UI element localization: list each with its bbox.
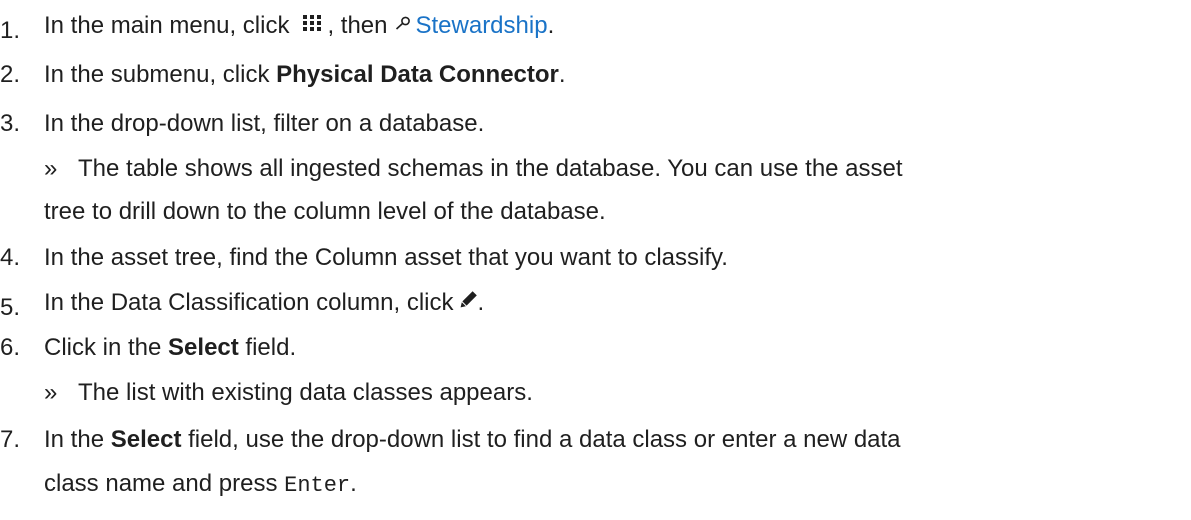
- select-field-label: Select: [168, 334, 239, 361]
- step-3-result-continued: tree to drill down to the column level o…: [44, 194, 606, 230]
- step-3-result: » The table shows all ingested schemas in…: [44, 151, 903, 187]
- step-text: In the asset tree, find the Column asset…: [44, 244, 728, 271]
- enter-key: Enter: [284, 473, 351, 498]
- step-text: In the main menu, click , then Stewardship…: [44, 8, 554, 45]
- select-field-label: Select: [110, 426, 182, 453]
- step-number: 1.: [0, 17, 21, 44]
- step-1-middle: , then: [327, 12, 388, 39]
- apps-grid-icon: [303, 6, 322, 42]
- step-2-after: .: [558, 61, 566, 88]
- step-number: 5.: [0, 294, 21, 321]
- step-7-after: field, use the drop-down list to find a …: [181, 426, 901, 453]
- step-7-continued: class name and press Enter.: [44, 466, 357, 504]
- step-1-before: In the main menu, click: [44, 12, 290, 39]
- step-6-after: field.: [238, 334, 297, 361]
- result-text: The list with existing data classes appe…: [78, 379, 533, 406]
- step-number: 4.: [0, 244, 21, 271]
- result-marker: »: [44, 155, 58, 182]
- result-marker: »: [44, 379, 58, 406]
- physical-data-connector-label: Physical Data Connector: [276, 61, 559, 88]
- step-5-before: In the Data Classification column, click: [44, 289, 454, 316]
- stewardship-icon: [395, 5, 411, 41]
- step-text: In the submenu, click Physical Data Conn…: [44, 57, 566, 93]
- step-number: 3.: [0, 110, 21, 137]
- pencil-icon: [460, 283, 478, 319]
- step-5-after: .: [477, 289, 485, 316]
- step-1-after: .: [547, 12, 555, 39]
- step-6-before: Click in the: [44, 334, 169, 361]
- step-text: In the drop-down list, filter on a datab…: [44, 110, 485, 137]
- step-number: 6.: [0, 334, 21, 361]
- result-line-1: The table shows all ingested schemas in …: [78, 155, 903, 182]
- procedure-steps: 1. In the main menu, click , then Stewards…: [0, 0, 1191, 520]
- step-2-before: In the submenu, click: [44, 61, 277, 88]
- result-line-2: tree to drill down to the column level o…: [44, 198, 606, 225]
- step-7-before: In the: [44, 426, 111, 453]
- step-text: Click in the Select field.: [44, 330, 296, 366]
- step-number: 7.: [0, 426, 21, 453]
- step-text: In the Select field, use the drop-down l…: [44, 422, 901, 458]
- step-text: In the Data Classification column, click…: [44, 285, 484, 322]
- stewardship-link[interactable]: Stewardship: [415, 12, 547, 39]
- step-7-line2-after: .: [350, 470, 357, 497]
- step-number: 2.: [0, 61, 21, 88]
- step-7-line2-before: class name and press: [44, 470, 285, 497]
- step-6-result: » The list with existing data classes app…: [44, 375, 533, 411]
